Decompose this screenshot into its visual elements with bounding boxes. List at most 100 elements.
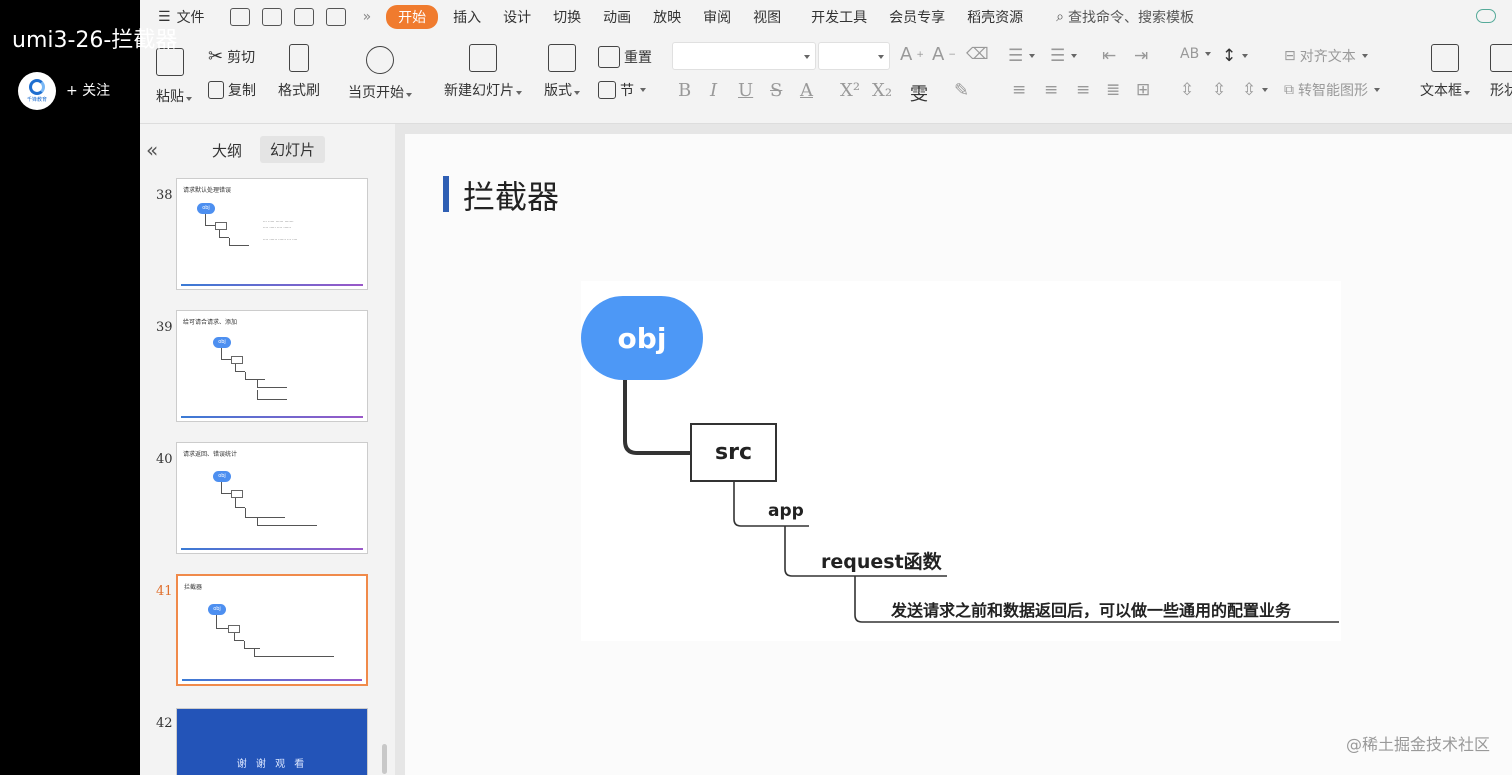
reset-label: 重置 [624,50,652,66]
mindmap-request-label[interactable]: request函数 [821,547,942,574]
clear-format-icon[interactable]: ⌫ [966,44,989,63]
save-icon[interactable] [229,8,250,26]
layout-button[interactable]: 版式 [544,44,580,100]
mindmap[interactable]: obj src app request函数 发送请求之前和数据返回后，可以做一些… [581,281,1341,641]
video-title: umi3-26-拦截器 [12,28,178,53]
tab-member[interactable]: 会员专享 [878,7,956,27]
tab-transition[interactable]: 切换 [542,7,592,27]
shape-label: 形状 [1490,83,1512,99]
command-search[interactable]: ⌕ 查找命令、搜索模板 [1056,7,1194,27]
tab-insert[interactable]: 插入 [442,7,492,27]
increase-indent-icon[interactable]: ⇥ [1134,46,1148,66]
copy-button[interactable]: 复制 [208,80,256,100]
more-icon[interactable]: » [352,9,383,25]
phonetic-icon[interactable]: 雯 [910,80,928,106]
line-spacing-icon[interactable]: ↕ [1222,46,1249,66]
strikethrough-icon[interactable]: S [770,80,782,101]
columns-icon[interactable]: ⇳ [1212,80,1226,100]
underline-icon[interactable]: U [738,80,753,101]
justify-icon[interactable]: ≣ [1106,80,1120,100]
cloud-sync-icon[interactable] [1476,9,1496,23]
tab-developer[interactable]: 开发工具 [800,7,878,27]
slide-thumbnail[interactable]: 谢 谢 观 看 [176,708,368,775]
textbox-icon [1431,44,1459,72]
bullet-list-icon[interactable]: ☰ [1008,46,1036,66]
slide-canvas: 拦截器 obj src app request函数 发送请求之前和数据返回后，可… [395,124,1512,775]
tab-view[interactable]: 视图 [742,7,792,27]
shape-button[interactable]: 形状 [1490,44,1512,100]
paste-button[interactable]: 粘贴 [156,48,192,106]
align-left-icon[interactable]: ≡ [1012,80,1026,100]
subscript-icon[interactable]: X₂ [872,80,892,101]
menu-bar: ☰ 文件 » 开始 插入 设计 切换 动画 放映 审阅 视图 开发工具 会员专享… [140,0,1512,34]
format-painter-button[interactable]: 格式刷 [278,44,320,100]
tab-outline[interactable]: 大纲 [212,140,242,161]
mindmap-src-node[interactable]: src [690,423,777,482]
slide[interactable]: 拦截器 obj src app request函数 发送请求之前和数据返回后，可… [405,134,1512,775]
slide-title[interactable]: 拦截器 [463,172,559,218]
print-preview-icon[interactable] [325,8,346,26]
highlight-icon[interactable]: ✎ [954,80,969,101]
slide-panel: « 大纲 幻灯片 38 请求默认处理错误 obj ··· ····· ·····… [140,124,395,775]
channel-avatar[interactable]: 千锋教育 [18,72,56,110]
decrease-font-icon[interactable]: A − [932,44,956,65]
collapse-panel-icon[interactable]: « [146,138,158,162]
paste-label: 粘贴 [156,89,184,105]
align-text-button[interactable]: ⊟ 对齐文本 [1284,46,1368,66]
slide-thumbnail-title: 请求返回、错误统计 [183,451,238,458]
paragraph-spacing-icon[interactable]: ⇳ [1180,80,1194,100]
numbered-list-icon[interactable]: ☰ [1050,46,1078,66]
slide-thumbnail-active[interactable]: 拦截器 obj [176,574,368,686]
decrease-indent-icon[interactable]: ⇤ [1102,46,1116,66]
increase-font-icon[interactable]: A + [900,44,924,65]
tab-docer[interactable]: 稻壳资源 [956,7,1034,27]
copy-label: 复制 [228,83,256,99]
scissors-icon: ✂ [208,46,224,67]
new-slide-button[interactable]: 新建幻灯片 [444,44,522,100]
superscript-icon[interactable]: X² [840,80,860,101]
follow-button[interactable]: + 关注 [66,80,110,100]
connector-root-src [623,380,690,455]
tab-design[interactable]: 设计 [492,7,542,27]
smart-shape-button[interactable]: ⧉ 转智能图形 [1284,80,1380,100]
section-button[interactable]: 节 [598,80,646,100]
mindmap-app-label[interactable]: app [768,501,804,521]
mindmap-root-node[interactable]: obj [581,296,703,380]
reset-button[interactable]: 重置 [598,46,652,68]
slide-thumbnail[interactable]: 给可请合请求、添加 obj [176,310,368,422]
slide-thumbnail[interactable]: 请求默认处理错误 obj ··· ····· ······ ······· ··… [176,178,368,290]
align-center-icon[interactable]: ≡ [1044,80,1058,100]
play-icon [366,46,394,74]
font-size-select[interactable] [818,42,890,70]
mindmap-src-label: src [715,440,752,465]
title-accent-bar [443,176,449,212]
tab-animation[interactable]: 动画 [592,7,642,27]
distribute-icon[interactable]: ⊞ [1136,80,1150,100]
menu-file[interactable]: 文件 [175,7,216,27]
font-color-icon[interactable]: A [800,80,813,101]
tab-review[interactable]: 审阅 [692,7,742,27]
italic-icon[interactable]: I [710,80,717,101]
spacing-menu-icon[interactable]: ⇳ [1242,80,1269,100]
layout-icon [548,44,576,72]
align-right-icon[interactable]: ≡ [1076,80,1090,100]
bold-icon[interactable]: B [678,80,691,101]
slide-number: 40 [156,452,173,467]
text-direction-icon[interactable]: AB [1180,46,1212,62]
textbox-label: 文本框 [1420,83,1462,99]
mindmap-description-label[interactable]: 发送请求之前和数据返回后，可以做一些通用的配置业务 [891,597,1291,621]
slide-thumbnail-title: 拦截器 [184,584,203,591]
presentation-app: ☰ 文件 » 开始 插入 设计 切换 动画 放映 审阅 视图 开发工具 会员专享… [140,0,1512,775]
tab-slides[interactable]: 幻灯片 [260,136,326,163]
play-from-current-button[interactable]: 当页开始 [348,46,412,102]
slide-thumbnail[interactable]: 请求返回、错误统计 obj [176,442,368,554]
cut-button[interactable]: ✂ 剪切 [208,46,255,67]
tab-start[interactable]: 开始 [386,5,439,29]
print-icon[interactable] [293,8,314,26]
export-pdf-icon[interactable] [261,8,282,26]
panel-scrollbar[interactable] [382,744,387,774]
tab-slideshow[interactable]: 放映 [642,7,692,27]
channel-logo-icon [29,79,45,95]
textbox-button[interactable]: 文本框 [1420,44,1470,100]
font-name-select[interactable] [672,42,816,70]
